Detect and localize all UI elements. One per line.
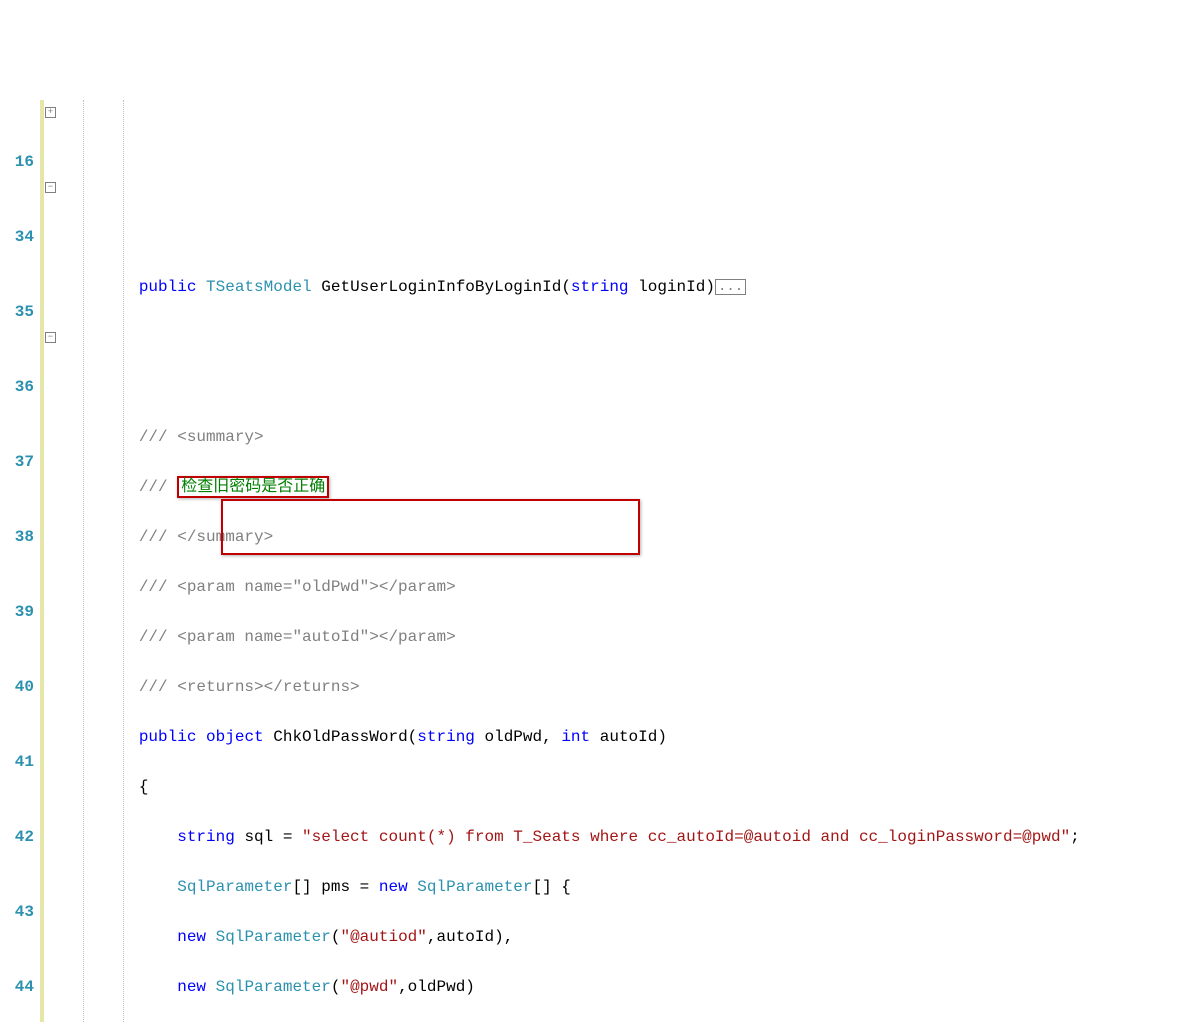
line-number: 37 [0, 450, 40, 475]
code-line[interactable]: new SqlParameter("@autiod",autoId), [62, 925, 1080, 950]
highlight-box [221, 499, 640, 555]
line-number: 39 [0, 600, 40, 625]
line-number: 40 [0, 675, 40, 700]
code-line[interactable]: public TSeatsModel GetUserLoginInfoByLog… [62, 275, 1080, 300]
line-number: 42 [0, 825, 40, 850]
code-line[interactable]: SqlParameter[] pms = new SqlParameter[] … [62, 875, 1080, 900]
code-line[interactable]: /// <summary> [62, 425, 1080, 450]
code-area[interactable]: public TSeatsModel GetUserLoginInfoByLog… [58, 100, 1080, 1022]
code-line[interactable] [62, 375, 1080, 400]
code-line[interactable]: public object ChkOldPassWord(string oldP… [62, 725, 1080, 750]
fold-column[interactable]: + − − [44, 100, 58, 1022]
highlight-box: 检查旧密码是否正确 [177, 476, 329, 498]
code-line[interactable]: /// <param name="oldPwd"></param> [62, 575, 1080, 600]
code-editor[interactable]: 16 34 35 36 37 38 39 40 41 42 43 44 45 4… [0, 100, 1198, 1022]
fold-collapse-icon[interactable]: − [45, 332, 56, 343]
fold-expand-icon[interactable]: + [45, 107, 56, 118]
fold-collapse-icon[interactable]: − [45, 182, 56, 193]
line-number: 44 [0, 975, 40, 1000]
line-number: 34 [0, 225, 40, 250]
code-line[interactable] [62, 325, 1080, 350]
line-number: 41 [0, 750, 40, 775]
code-line[interactable]: /// 检查旧密码是否正确 [62, 475, 1080, 500]
line-number-gutter: 16 34 35 36 37 38 39 40 41 42 43 44 45 4… [0, 100, 40, 1022]
code-line[interactable]: new SqlParameter("@pwd",oldPwd) [62, 975, 1080, 1000]
line-number: 36 [0, 375, 40, 400]
line-number: 16 [0, 150, 40, 175]
line-number: 43 [0, 900, 40, 925]
collapsed-region[interactable]: ... [715, 279, 746, 295]
code-line[interactable]: /// <param name="autoId"></param> [62, 625, 1080, 650]
code-line[interactable]: string sql = "select count(*) from T_Sea… [62, 825, 1080, 850]
code-line[interactable]: { [62, 775, 1080, 800]
line-number: 38 [0, 525, 40, 550]
line-number: 35 [0, 300, 40, 325]
code-line[interactable]: /// <returns></returns> [62, 675, 1080, 700]
